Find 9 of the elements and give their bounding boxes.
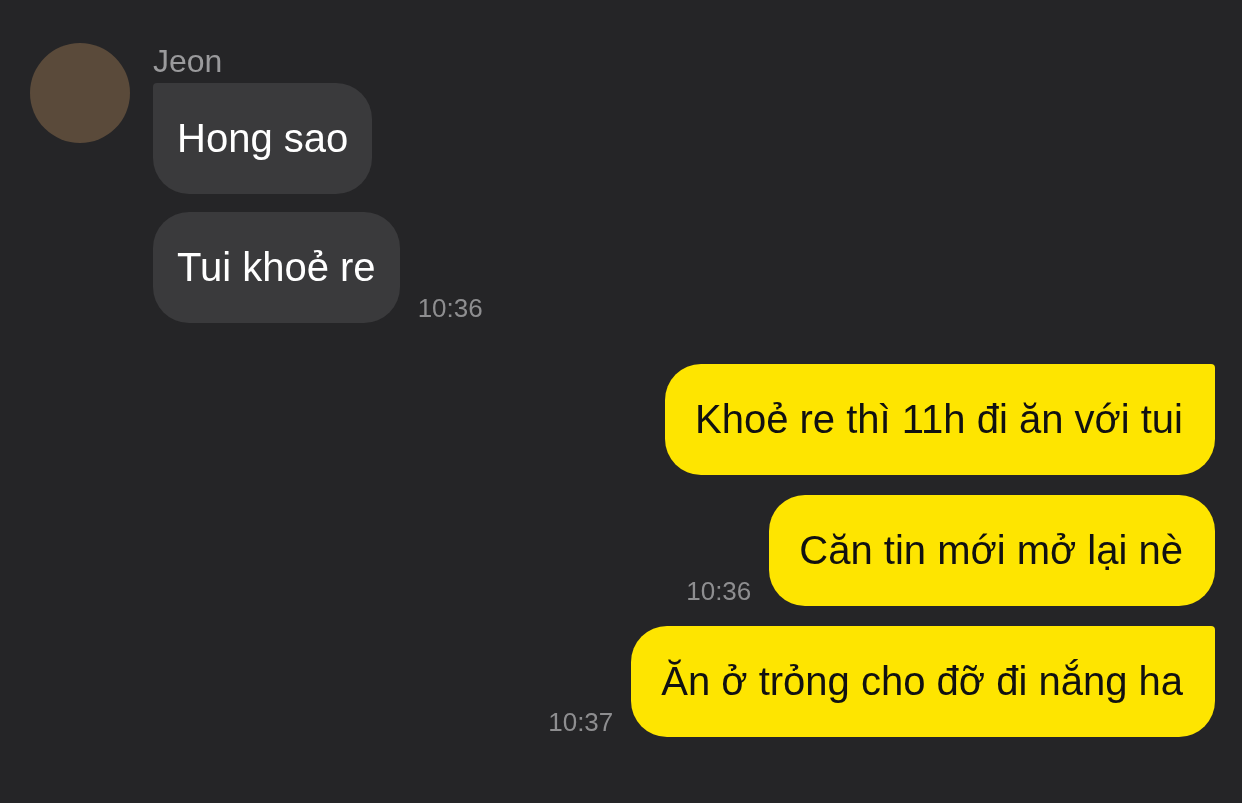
message-bubble: Khoẻ re thì 11h đi ăn với tui <box>665 364 1215 475</box>
message-time: 10:36 <box>417 293 483 323</box>
message-bubble: Căn tin mới mở lại nè <box>769 495 1215 606</box>
sender-name: Jeon <box>153 43 224 79</box>
message-time: 10:37 <box>548 707 614 737</box>
message-bubble: Ăn ở trỏng cho đỡ đi nắng ha <box>631 626 1215 737</box>
message-time: 10:36 <box>686 576 752 606</box>
message-bubble: Tui khoẻ re <box>153 212 400 323</box>
message-bubble: Hong sao <box>153 83 373 194</box>
